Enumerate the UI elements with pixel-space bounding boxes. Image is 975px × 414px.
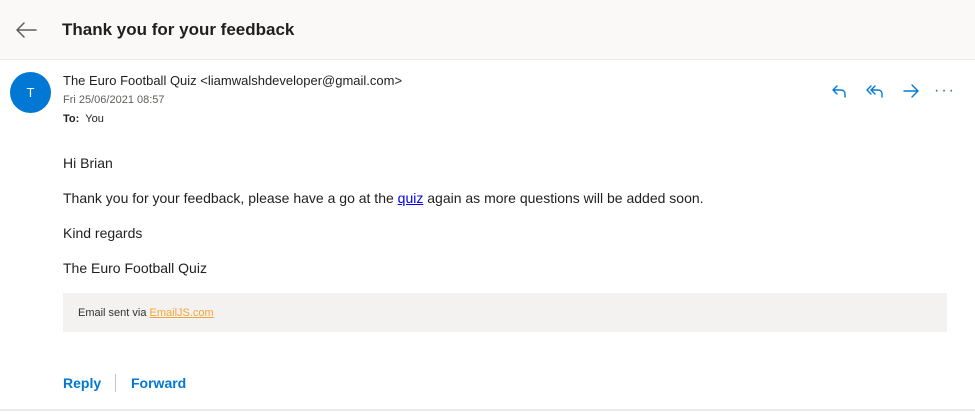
bottom-divider <box>0 409 975 411</box>
quiz-link[interactable]: quiz <box>398 190 424 206</box>
reply-all-button[interactable] <box>864 80 886 102</box>
body-text-after-link: again as more questions will be added so… <box>423 190 704 206</box>
closing-line: Kind regards <box>63 225 143 241</box>
emailjs-link[interactable]: EmailJS.com <box>150 307 214 319</box>
forward-button[interactable] <box>900 80 922 102</box>
back-button[interactable] <box>10 16 42 44</box>
sender-name[interactable]: The Euro Football Quiz <liamwalshdevelop… <box>63 73 402 88</box>
sent-date: Fri 25/06/2021 08:57 <box>63 94 165 106</box>
footer-divider <box>115 374 116 392</box>
reply-icon <box>832 85 846 98</box>
signature-line: The Euro Football Quiz <box>63 260 207 276</box>
body-text-before-link: Thank you for your feedback, please have… <box>63 190 398 206</box>
footer-reply-button[interactable]: Reply <box>63 375 101 391</box>
reading-pane-header: Thank you for your feedback <box>0 0 975 60</box>
emailjs-note: Email sent via EmailJS.com <box>78 307 214 319</box>
greeting-line: Hi Brian <box>63 155 113 171</box>
message-actions: ··· <box>828 80 958 102</box>
sender-avatar[interactable]: T <box>10 72 51 113</box>
recipient-line: To: You <box>63 113 104 125</box>
forward-icon <box>903 84 919 98</box>
back-arrow-icon <box>16 22 37 38</box>
reply-button[interactable] <box>828 80 850 102</box>
emailjs-footer-box: Email sent via EmailJS.com <box>63 293 947 332</box>
body-paragraph: Thank you for your feedback, please have… <box>63 190 704 206</box>
email-subject: Thank you for your feedback <box>62 20 295 39</box>
footer-forward-button[interactable]: Forward <box>131 375 186 391</box>
emailjs-prefix: Email sent via <box>78 307 150 319</box>
reply-all-icon <box>866 85 883 98</box>
recipient-name[interactable]: You <box>85 113 104 125</box>
to-label: To: <box>63 113 80 125</box>
more-actions-button[interactable]: ··· <box>934 80 956 102</box>
